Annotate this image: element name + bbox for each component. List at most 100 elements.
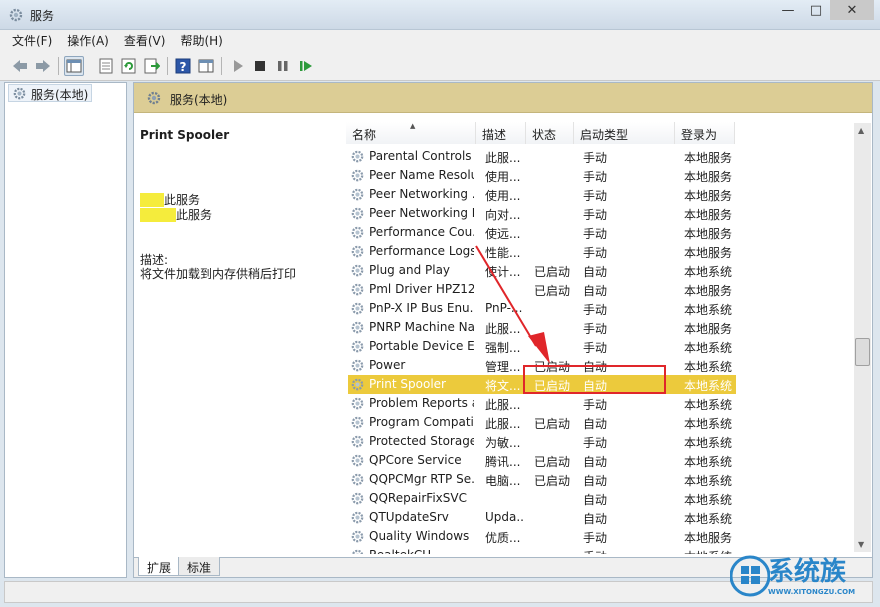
service-logon-as: 本地系统 [684, 303, 733, 317]
column-desc-header[interactable]: 描述 [476, 122, 526, 144]
service-gear-icon [351, 435, 364, 448]
action-pane-icon [198, 59, 214, 73]
toolbar: ? [0, 51, 880, 81]
service-row[interactable]: Problem Reports a... 此服... 手动 本地系统 [348, 394, 736, 413]
menu-action[interactable]: 操作(A) [67, 32, 109, 49]
service-logon-as: 本地服务 [684, 246, 733, 260]
service-name: Portable Device E... [369, 339, 474, 353]
stop-service-link[interactable]: 停止 [140, 193, 165, 207]
service-row[interactable]: QQRepairFixSVC 自动 本地系统 [348, 489, 736, 508]
service-logon-as: 本地服务 [684, 227, 733, 241]
service-logon-as: 本地服务 [684, 151, 733, 165]
service-row[interactable]: QPCore Service 腾讯... 已启动 自动 本地系统 [348, 451, 736, 470]
site-watermark: 系统族 WWW.XITONGZU.COM [728, 548, 880, 607]
service-gear-icon [351, 169, 364, 182]
service-row[interactable]: QTUpdateSrv Upda... 自动 本地系统 [348, 508, 736, 527]
service-logon-as: 本地服务 [684, 284, 733, 298]
description-text: 将文件加载到内存供稍后打印 [140, 267, 297, 281]
stop-service-button[interactable] [250, 56, 270, 76]
maximize-button[interactable]: □ [802, 0, 830, 20]
service-gear-icon [351, 530, 364, 543]
service-startup-type: 自动 [583, 493, 608, 507]
service-name: QPCore Service [369, 453, 462, 467]
service-gear-icon [351, 302, 364, 315]
properties-button[interactable] [96, 56, 116, 76]
service-gear-icon [351, 359, 364, 372]
service-name: PnP-X IP Bus Enu... [369, 301, 474, 315]
forward-button[interactable] [33, 56, 53, 76]
service-startup-type: 手动 [583, 303, 608, 317]
service-gear-icon [351, 226, 364, 239]
service-row[interactable]: Peer Networking I... 向对... 手动 本地服务 [348, 204, 736, 223]
service-title: Print Spooler [140, 128, 230, 142]
back-button[interactable] [10, 56, 30, 76]
service-name: Peer Networking ... [369, 187, 474, 201]
show-action-pane-button[interactable] [196, 56, 216, 76]
pause-service-button[interactable] [273, 56, 293, 76]
scroll-thumb[interactable] [855, 338, 870, 366]
show-hide-tree-button[interactable] [64, 56, 84, 76]
service-gear-icon [351, 188, 364, 201]
service-name: Program Compati... [369, 415, 474, 429]
service-status: 已启动 [534, 417, 571, 431]
service-row[interactable]: Peer Name Resolu... 使用... 手动 本地服务 [348, 166, 736, 185]
service-gear-icon [351, 378, 364, 391]
service-row[interactable]: Peer Networking ... 使用... 手动 本地服务 [348, 185, 736, 204]
minimize-button[interactable]: — [774, 0, 802, 20]
sort-ascending-icon: ▲ [410, 122, 416, 130]
service-row[interactable]: Program Compati... 此服... 已启动 自动 本地系统 [348, 413, 736, 432]
service-status: 已启动 [534, 474, 571, 488]
service-row[interactable]: Protected Storage 为敏... 手动 本地系统 [348, 432, 736, 451]
service-gear-icon [351, 397, 364, 410]
service-description: 电脑... [485, 474, 521, 488]
service-startup-type: 手动 [583, 322, 608, 336]
menu-view[interactable]: 查看(V) [124, 32, 166, 49]
help-button[interactable]: ? [173, 56, 193, 76]
service-logon-as: 本地系统 [684, 265, 733, 279]
console-tree: 服务(本地) [4, 82, 127, 578]
service-description: 优质... [485, 531, 521, 545]
content-header: 服务(本地) [134, 83, 872, 113]
service-gear-icon [351, 207, 364, 220]
restart-service-suffix: 此服务 [176, 208, 213, 222]
service-row[interactable]: QQPCMgr RTP Se... 电脑... 已启动 自动 本地系统 [348, 470, 736, 489]
export-list-button[interactable] [142, 56, 162, 76]
service-row[interactable]: Parental Controls 此服... 手动 本地服务 [348, 147, 736, 166]
menu-file[interactable]: 文件(F) [12, 32, 52, 49]
column-start-type-header[interactable]: 启动类型 [574, 122, 675, 144]
service-name: Parental Controls [369, 149, 472, 163]
forward-arrow-icon [36, 60, 50, 72]
column-name-header[interactable]: 名称 ▲ [346, 122, 476, 144]
service-description: 为敏... [485, 436, 521, 450]
menu-help[interactable]: 帮助(H) [180, 32, 222, 49]
tab-extended[interactable]: 扩展 [138, 557, 181, 576]
tab-standard[interactable]: 标准 [178, 557, 221, 576]
service-row[interactable]: RealtekCU手动本地系统 [348, 546, 736, 554]
service-description: 向对... [485, 208, 521, 222]
service-gear-icon [351, 492, 364, 505]
restart-service-line: 重启动此服务 [140, 206, 212, 223]
service-logon-as: 本地系统 [684, 493, 733, 507]
service-name: Protected Storage [369, 434, 474, 448]
service-name: Print Spooler [369, 377, 446, 391]
service-startup-type: 自动 [583, 417, 608, 431]
refresh-button[interactable] [119, 56, 139, 76]
vertical-scrollbar[interactable]: ▲ ▼ [854, 123, 871, 552]
restart-service-button[interactable] [296, 56, 316, 76]
svg-text:?: ? [180, 60, 187, 74]
service-name: Problem Reports a... [369, 396, 474, 410]
start-service-button[interactable] [228, 56, 248, 76]
service-startup-type: 手动 [583, 436, 608, 450]
tree-item-services-local[interactable]: 服务(本地) [8, 84, 93, 102]
column-status-header[interactable]: 状态 [526, 122, 574, 144]
restart-service-link[interactable]: 重启动 [140, 208, 177, 222]
close-button[interactable]: ✕ [830, 0, 874, 20]
service-description: Upda... [485, 510, 523, 524]
column-logon-header[interactable]: 登录为 [675, 122, 735, 144]
service-row[interactable]: Quality Windows ... 优质... 手动 本地服务 [348, 527, 736, 546]
service-logon-as: 本地服务 [684, 531, 733, 545]
scroll-up-icon[interactable]: ▲ [858, 126, 864, 135]
service-name: QQPCMgr RTP Se... [369, 472, 474, 486]
service-name: Performance Cou... [369, 225, 474, 239]
export-icon [144, 58, 160, 74]
